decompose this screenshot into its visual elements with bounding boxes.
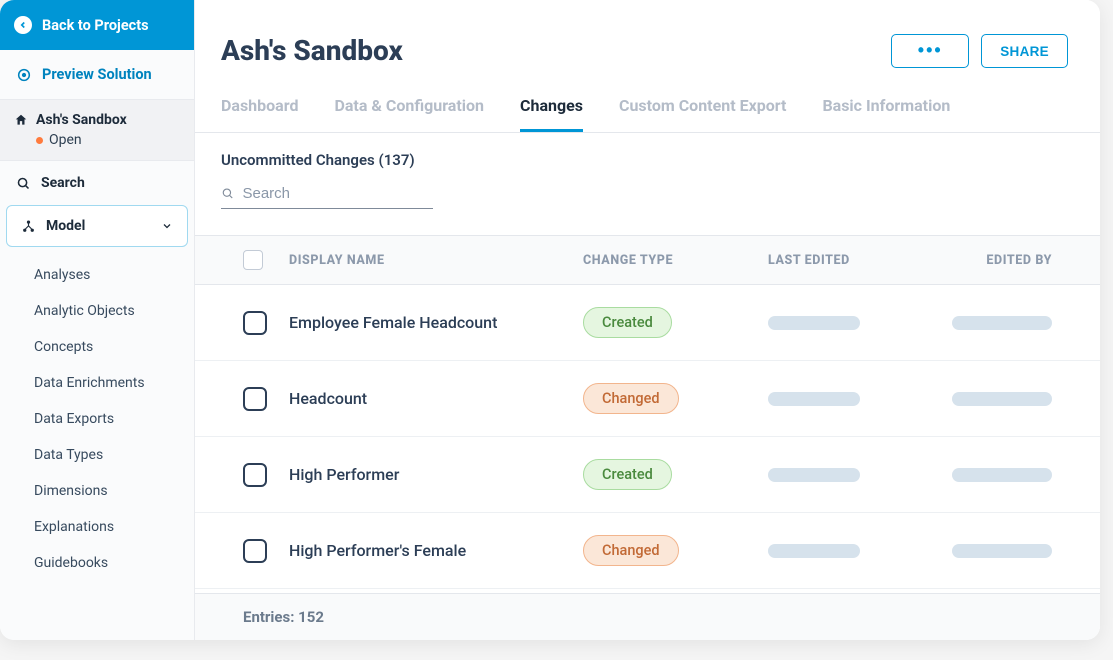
eye-icon bbox=[16, 67, 32, 83]
sidebar: Back to Projects Preview Solution Ash's … bbox=[0, 0, 195, 640]
select-all-checkbox[interactable] bbox=[243, 250, 263, 270]
header-buttons: ••• SHARE bbox=[891, 34, 1068, 68]
tab-changes[interactable]: Changes bbox=[520, 96, 583, 132]
main-content: Ash's Sandbox ••• SHARE Dashboard Data &… bbox=[195, 0, 1100, 640]
tab-custom-content-export[interactable]: Custom Content Export bbox=[619, 96, 786, 132]
change-type-badge: Changed bbox=[583, 535, 679, 566]
cell-display-name: High Performer bbox=[289, 465, 583, 484]
sidebar-item-concepts[interactable]: Concepts bbox=[0, 329, 194, 365]
uncommitted-changes-label: Uncommitted Changes (137) bbox=[195, 133, 1100, 181]
change-type-badge: Created bbox=[583, 459, 672, 490]
table-body: Employee Female Headcount Created Headco… bbox=[195, 285, 1100, 593]
tab-dashboard[interactable]: Dashboard bbox=[221, 96, 298, 132]
back-label: Back to Projects bbox=[42, 17, 149, 34]
model-children: Analyses Analytic Objects Concepts Data … bbox=[0, 247, 194, 581]
sidebar-item-data-types[interactable]: Data Types bbox=[0, 437, 194, 473]
column-edited-by: EDITED BY bbox=[943, 253, 1052, 268]
row-checkbox[interactable] bbox=[243, 387, 267, 411]
sidebar-item-dimensions[interactable]: Dimensions bbox=[0, 473, 194, 509]
edited-by-placeholder bbox=[952, 468, 1052, 482]
preview-label: Preview Solution bbox=[42, 66, 152, 83]
table-row: High Performer Created bbox=[195, 437, 1100, 513]
more-actions-button[interactable]: ••• bbox=[891, 34, 969, 68]
page-title: Ash's Sandbox bbox=[221, 34, 403, 67]
table-row: Headcount Changed bbox=[195, 361, 1100, 437]
row-checkbox[interactable] bbox=[243, 463, 267, 487]
change-type-badge: Changed bbox=[583, 383, 679, 414]
last-edited-placeholder bbox=[768, 316, 860, 330]
tab-basic-information[interactable]: Basic Information bbox=[822, 96, 950, 132]
table-header: DISPLAY NAME CHANGE TYPE LAST EDITED EDI… bbox=[195, 235, 1100, 285]
chevron-down-icon bbox=[161, 220, 173, 232]
page-header: Ash's Sandbox ••• SHARE bbox=[195, 0, 1100, 68]
changes-search[interactable] bbox=[221, 181, 433, 209]
changes-search-input[interactable] bbox=[242, 185, 433, 202]
status-dot-icon bbox=[36, 137, 43, 144]
sidebar-item-data-exports[interactable]: Data Exports bbox=[0, 401, 194, 437]
column-change-type: CHANGE TYPE bbox=[583, 253, 768, 268]
column-display-name: DISPLAY NAME bbox=[289, 253, 583, 268]
tab-data-configuration[interactable]: Data & Configuration bbox=[334, 96, 484, 132]
column-last-edited: LAST EDITED bbox=[768, 253, 943, 268]
last-edited-placeholder bbox=[768, 468, 860, 482]
row-checkbox[interactable] bbox=[243, 539, 267, 563]
last-edited-placeholder bbox=[768, 544, 860, 558]
model-icon bbox=[21, 219, 36, 234]
search-icon bbox=[221, 186, 234, 201]
sidebar-search-label: Search bbox=[41, 175, 85, 191]
back-to-projects-link[interactable]: Back to Projects bbox=[0, 0, 194, 50]
edited-by-placeholder bbox=[952, 392, 1052, 406]
home-icon bbox=[14, 113, 28, 127]
project-name: Ash's Sandbox bbox=[14, 112, 178, 128]
edited-by-placeholder bbox=[952, 316, 1052, 330]
back-arrow-icon bbox=[14, 16, 32, 34]
tabs: Dashboard Data & Configuration Changes C… bbox=[195, 68, 1100, 133]
project-status: Open bbox=[14, 128, 178, 148]
sidebar-search[interactable]: Search bbox=[0, 161, 194, 205]
changes-table: DISPLAY NAME CHANGE TYPE LAST EDITED EDI… bbox=[195, 235, 1100, 640]
sidebar-item-model[interactable]: Model bbox=[6, 205, 188, 247]
sidebar-item-data-enrichments[interactable]: Data Enrichments bbox=[0, 365, 194, 401]
share-button[interactable]: SHARE bbox=[981, 34, 1068, 68]
project-block: Ash's Sandbox Open bbox=[0, 100, 194, 161]
sidebar-item-analytic-objects[interactable]: Analytic Objects bbox=[0, 293, 194, 329]
last-edited-placeholder bbox=[768, 392, 860, 406]
sidebar-item-analyses[interactable]: Analyses bbox=[0, 257, 194, 293]
sidebar-item-guidebooks[interactable]: Guidebooks bbox=[0, 545, 194, 581]
edited-by-placeholder bbox=[952, 544, 1052, 558]
cell-display-name: High Performer's Female bbox=[289, 541, 583, 560]
preview-solution-link[interactable]: Preview Solution bbox=[0, 50, 194, 100]
model-label: Model bbox=[46, 218, 85, 234]
search-icon bbox=[16, 176, 31, 191]
table-row: Employee Female Headcount Created bbox=[195, 285, 1100, 361]
table-row: High Performer's Female Changed bbox=[195, 513, 1100, 589]
entries-count: Entries: 152 bbox=[195, 593, 1100, 640]
cell-display-name: Employee Female Headcount bbox=[289, 313, 583, 332]
sidebar-item-explanations[interactable]: Explanations bbox=[0, 509, 194, 545]
cell-display-name: Headcount bbox=[289, 389, 583, 408]
row-checkbox[interactable] bbox=[243, 311, 267, 335]
change-type-badge: Created bbox=[583, 307, 672, 338]
